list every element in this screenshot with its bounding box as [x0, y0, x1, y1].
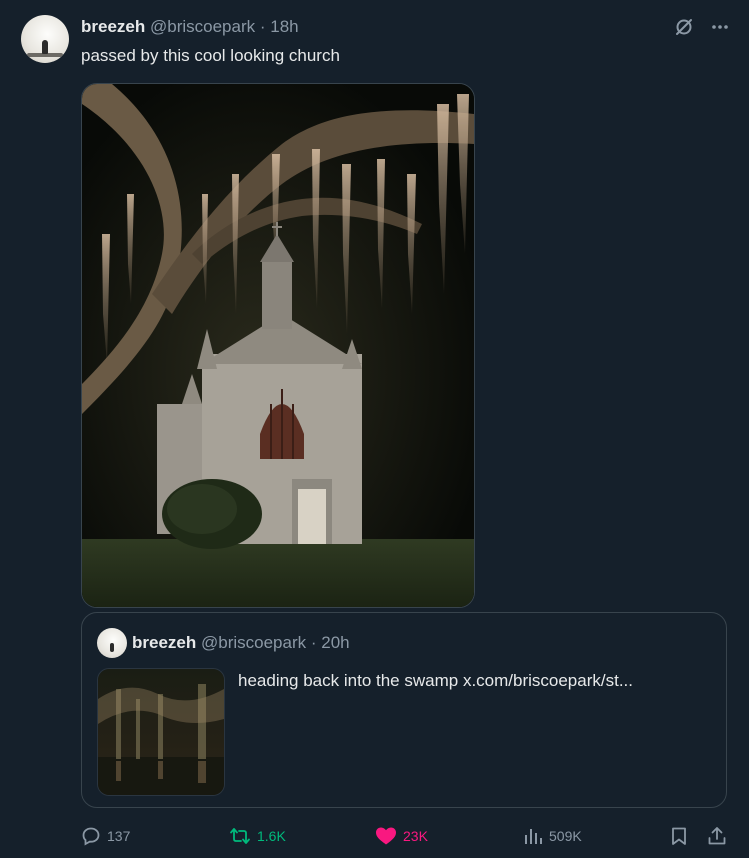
reply-button[interactable]: 137 — [81, 826, 130, 846]
like-count: 23K — [403, 828, 428, 844]
author-handle[interactable]: @briscoepark — [150, 17, 255, 36]
tweet[interactable]: breezeh @briscoepark · 18h passed by thi… — [0, 0, 749, 858]
tweet-header: breezeh @briscoepark · 18h — [81, 17, 299, 37]
more-icon[interactable] — [709, 16, 731, 38]
quote-text-body: heading back into the swamp — [238, 671, 459, 690]
quote-header-separator: · — [310, 633, 317, 652]
quote-text: heading back into the swamp x.com/brisco… — [238, 670, 633, 692]
share-icon — [708, 827, 726, 845]
retweet-count: 1.6K — [257, 828, 286, 844]
heart-icon — [376, 827, 396, 845]
avatar-figure — [42, 40, 48, 54]
views-icon — [525, 829, 542, 844]
quote-media-thumbnail[interactable] — [97, 668, 225, 796]
reply-count: 137 — [107, 828, 131, 844]
swamp-photo — [98, 669, 224, 795]
tweet-actions: 137 1.6K 23K 509K — [81, 826, 729, 850]
quote-avatar — [97, 628, 127, 658]
grok-icon[interactable] — [673, 16, 695, 38]
header-separator: · — [259, 17, 266, 36]
quote-header: breezeh @briscoepark · 20h — [132, 633, 350, 653]
retweet-button[interactable]: 1.6K — [229, 826, 286, 846]
quoted-tweet[interactable]: breezeh @briscoepark · 20h heading back … — [81, 612, 727, 808]
bookmark-icon — [672, 827, 686, 845]
church-photo — [82, 84, 474, 607]
quote-link[interactable]: x.com/briscoepark/st... — [463, 671, 633, 690]
retweet-icon — [230, 828, 250, 844]
avatar[interactable] — [21, 15, 69, 63]
quote-time: 20h — [321, 633, 350, 652]
reply-icon — [82, 827, 100, 846]
views-button[interactable]: 509K — [523, 826, 582, 846]
bookmark-button[interactable] — [669, 826, 689, 846]
tweet-time[interactable]: 18h — [270, 17, 298, 36]
tweet-top-icons — [673, 16, 731, 38]
quote-author-name: breezeh — [132, 633, 197, 652]
tweet-text: passed by this cool looking church — [81, 46, 340, 65]
views-count: 509K — [549, 828, 582, 844]
quote-author-handle: @briscoepark — [200, 633, 307, 652]
like-button[interactable]: 23K — [375, 826, 428, 846]
quote-avatar-figure — [110, 643, 114, 652]
author-name[interactable]: breezeh — [81, 17, 145, 36]
share-button[interactable] — [707, 826, 727, 846]
tweet-media-image[interactable] — [81, 83, 475, 608]
